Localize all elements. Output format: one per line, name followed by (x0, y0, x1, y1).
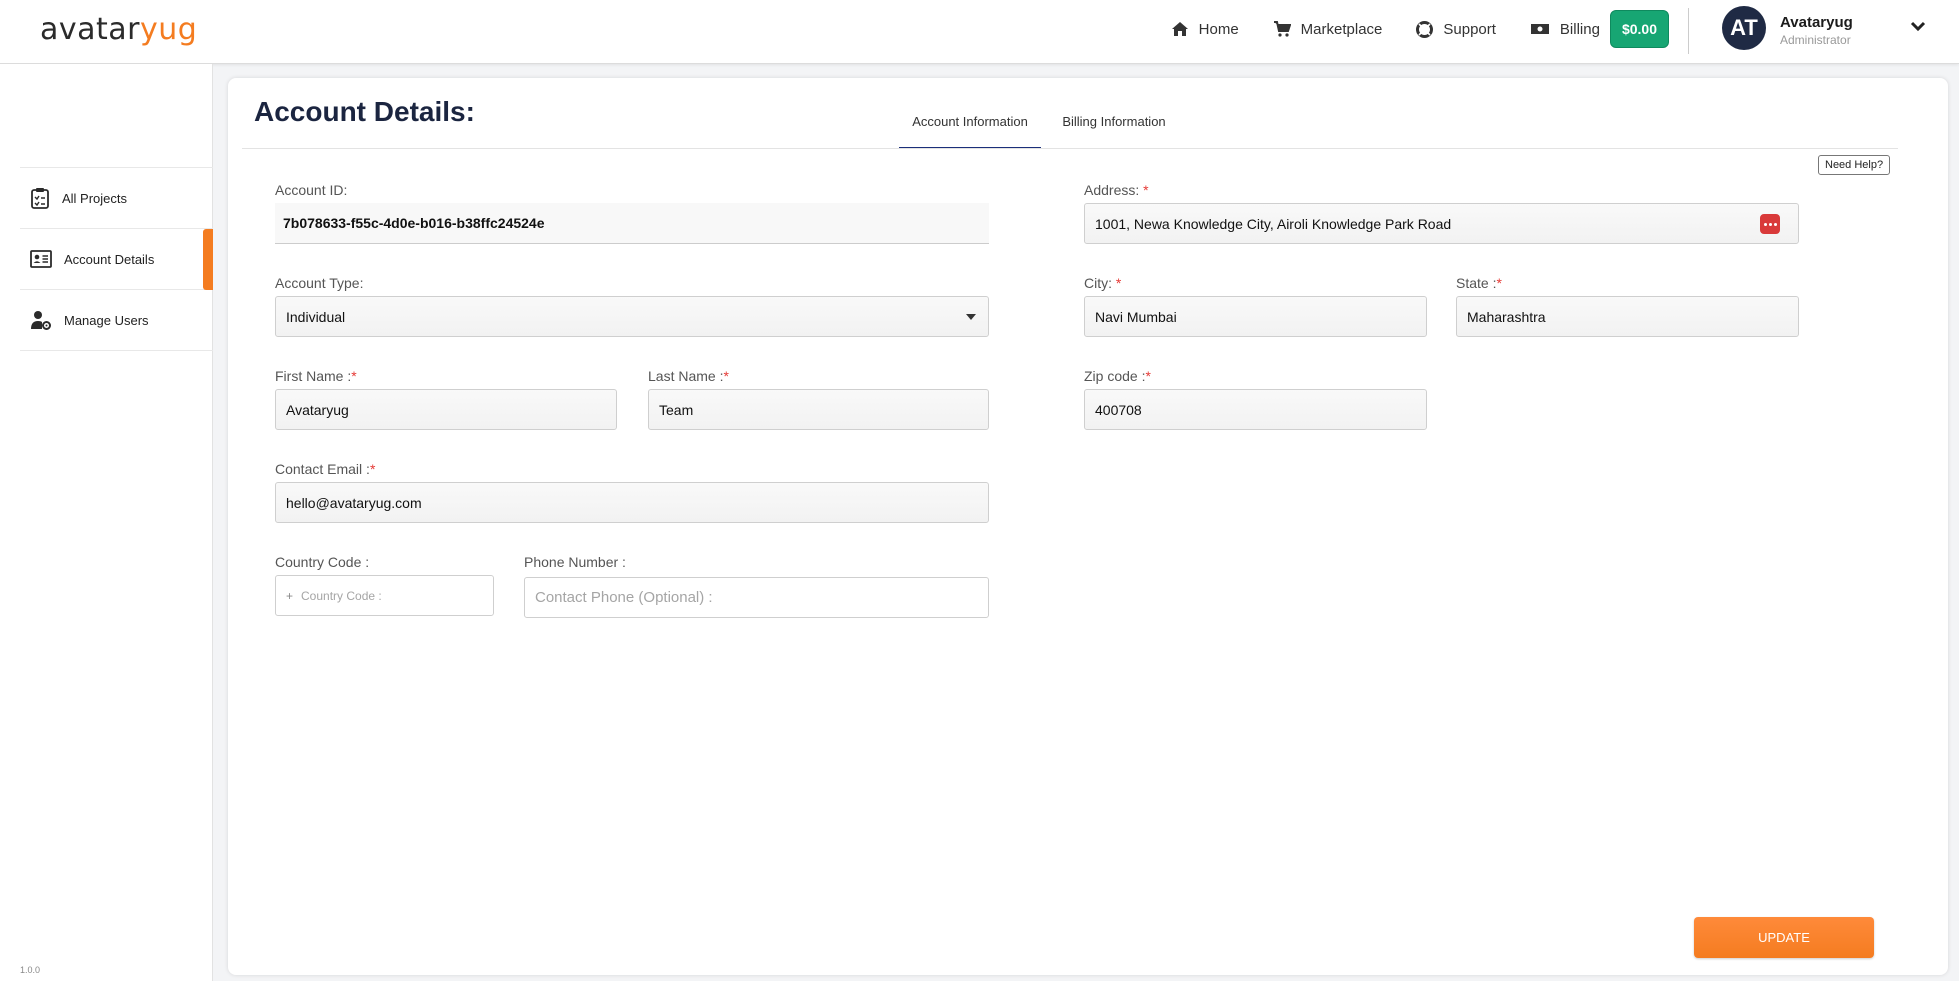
phone-number-label: Phone Number : (524, 554, 626, 570)
account-id-field: 7b078633-f55c-4d0e-b016-b38ffc24524e (275, 203, 989, 244)
nav-billing-label: Billing (1559, 20, 1600, 38)
top-navigation-bar: avataryug Home Marketplace Support Billi… (0, 0, 1959, 64)
id-card-icon (30, 250, 52, 268)
address-input[interactable]: 1001, Newa Knowledge City, Airoli Knowle… (1084, 203, 1799, 244)
nav-marketplace-label: Marketplace (1300, 20, 1383, 38)
nav-home-label: Home (1198, 20, 1239, 38)
logo-text-accent: yug (140, 12, 198, 47)
required-mark: * (723, 368, 729, 384)
sidebar-item-label: Manage Users (64, 312, 149, 328)
contact-email-label: Contact Email :* (275, 461, 375, 477)
update-button[interactable]: UPDATE (1694, 917, 1874, 958)
first-name-label-text: First Name : (275, 368, 352, 384)
home-icon (1171, 22, 1188, 36)
logo-text-dark: avatar (40, 12, 141, 47)
country-code-input[interactable]: + Country Code : (275, 575, 494, 616)
tab-label: Account Information (912, 114, 1028, 129)
nav-marketplace[interactable]: Marketplace (1273, 20, 1383, 38)
first-name-label: First Name :* (275, 368, 357, 384)
sidebar: All Projects Account Details Manage User… (0, 64, 213, 981)
country-code-label: Country Code : (275, 554, 370, 570)
account-details-card: Account Details: Account Information Bil… (228, 78, 1948, 975)
state-label-text: State : (1456, 275, 1497, 291)
last-name-label: Last Name :* (648, 368, 729, 384)
sidebar-item-account-details[interactable]: Account Details (20, 229, 213, 290)
sidebar-item-all-projects[interactable]: All Projects (20, 168, 213, 229)
required-mark: * (351, 368, 357, 384)
tab-label: Billing Information (1062, 114, 1166, 129)
tab-billing-information[interactable]: Billing Information (1044, 114, 1184, 149)
state-value: Maharashtra (1467, 308, 1546, 325)
nav-support-label: Support (1443, 20, 1496, 38)
address-label-text: Address: (1084, 182, 1140, 198)
nav-divider (1688, 8, 1689, 54)
country-code-placeholder: Country Code : (301, 588, 382, 603)
state-input[interactable]: Maharashtra (1456, 296, 1799, 337)
zip-code-label-text: Zip code : (1084, 368, 1146, 384)
required-mark: * (369, 461, 376, 477)
caret-down-icon (966, 314, 976, 320)
user-name: Avataryug (1780, 14, 1853, 31)
nav-support[interactable]: Support (1416, 20, 1496, 38)
city-value: Navi Mumbai (1095, 308, 1177, 325)
required-mark: * (1145, 368, 1151, 384)
city-label: City: * (1084, 275, 1121, 291)
nav-billing[interactable]: Billing $0.00 (1530, 10, 1669, 48)
city-label-text: City: (1084, 275, 1112, 291)
sidebar-item-label: All Projects (62, 190, 128, 206)
user-role: Administrator (1780, 33, 1851, 47)
required-mark: * (1496, 275, 1502, 291)
tab-underline (242, 148, 1898, 149)
state-label: State :* (1456, 275, 1502, 291)
chevron-down-icon[interactable] (1910, 20, 1926, 32)
lifebuoy-icon (1416, 20, 1434, 38)
account-id-value: 7b078633-f55c-4d0e-b016-b38ffc24524e (283, 215, 545, 231)
required-mark: * (1143, 182, 1149, 198)
brand-logo[interactable]: avataryug (40, 12, 197, 47)
contact-email-input[interactable]: hello@avataryug.com (275, 482, 989, 523)
phone-number-input[interactable]: Contact Phone (Optional) : (524, 577, 989, 618)
app-version: 1.0.0 (20, 965, 41, 975)
city-input[interactable]: Navi Mumbai (1084, 296, 1427, 337)
phone-number-placeholder: Contact Phone (Optional) : (535, 589, 713, 606)
more-options-icon[interactable] (1760, 214, 1780, 234)
sidebar-item-manage-users[interactable]: Manage Users (20, 290, 213, 351)
account-id-label: Account ID: (275, 182, 348, 198)
first-name-value: Avataryug (286, 401, 349, 418)
need-help-button[interactable]: Need Help? (1818, 155, 1891, 175)
account-type-select[interactable]: Individual (275, 296, 989, 337)
sidebar-menu: All Projects Account Details Manage User… (20, 167, 213, 351)
nav-home[interactable]: Home (1171, 21, 1239, 38)
first-name-input[interactable]: Avataryug (275, 389, 617, 430)
last-name-value: Team (659, 401, 694, 418)
account-type-value: Individual (286, 308, 346, 325)
main-nav: Home Marketplace Support Billing $0.00 (1137, 0, 1669, 58)
cart-icon (1273, 21, 1291, 37)
user-gear-icon (31, 311, 51, 330)
avatar[interactable]: AT (1722, 6, 1766, 50)
sidebar-item-label: Account Details (64, 251, 155, 267)
address-value: 1001, Newa Knowledge City, Airoli Knowle… (1095, 215, 1452, 232)
contact-email-value: hello@avataryug.com (286, 494, 422, 511)
plus-prefix: + (286, 588, 294, 603)
tab-account-information[interactable]: Account Information (899, 114, 1041, 149)
money-bill-icon (1530, 24, 1549, 34)
zip-code-value: 400708 (1095, 401, 1142, 418)
last-name-input[interactable]: Team (648, 389, 989, 430)
clipboard-icon (31, 188, 49, 209)
contact-email-label-text: Contact Email : (275, 461, 370, 477)
balance-badge[interactable]: $0.00 (1609, 10, 1669, 48)
page-title: Account Details: (254, 96, 475, 127)
address-label: Address: * (1084, 182, 1149, 198)
account-type-label: Account Type: (275, 275, 364, 291)
required-mark: * (1115, 275, 1122, 291)
zip-code-input[interactable]: 400708 (1084, 389, 1427, 430)
zip-code-label: Zip code :* (1084, 368, 1151, 384)
last-name-label-text: Last Name : (648, 368, 724, 384)
